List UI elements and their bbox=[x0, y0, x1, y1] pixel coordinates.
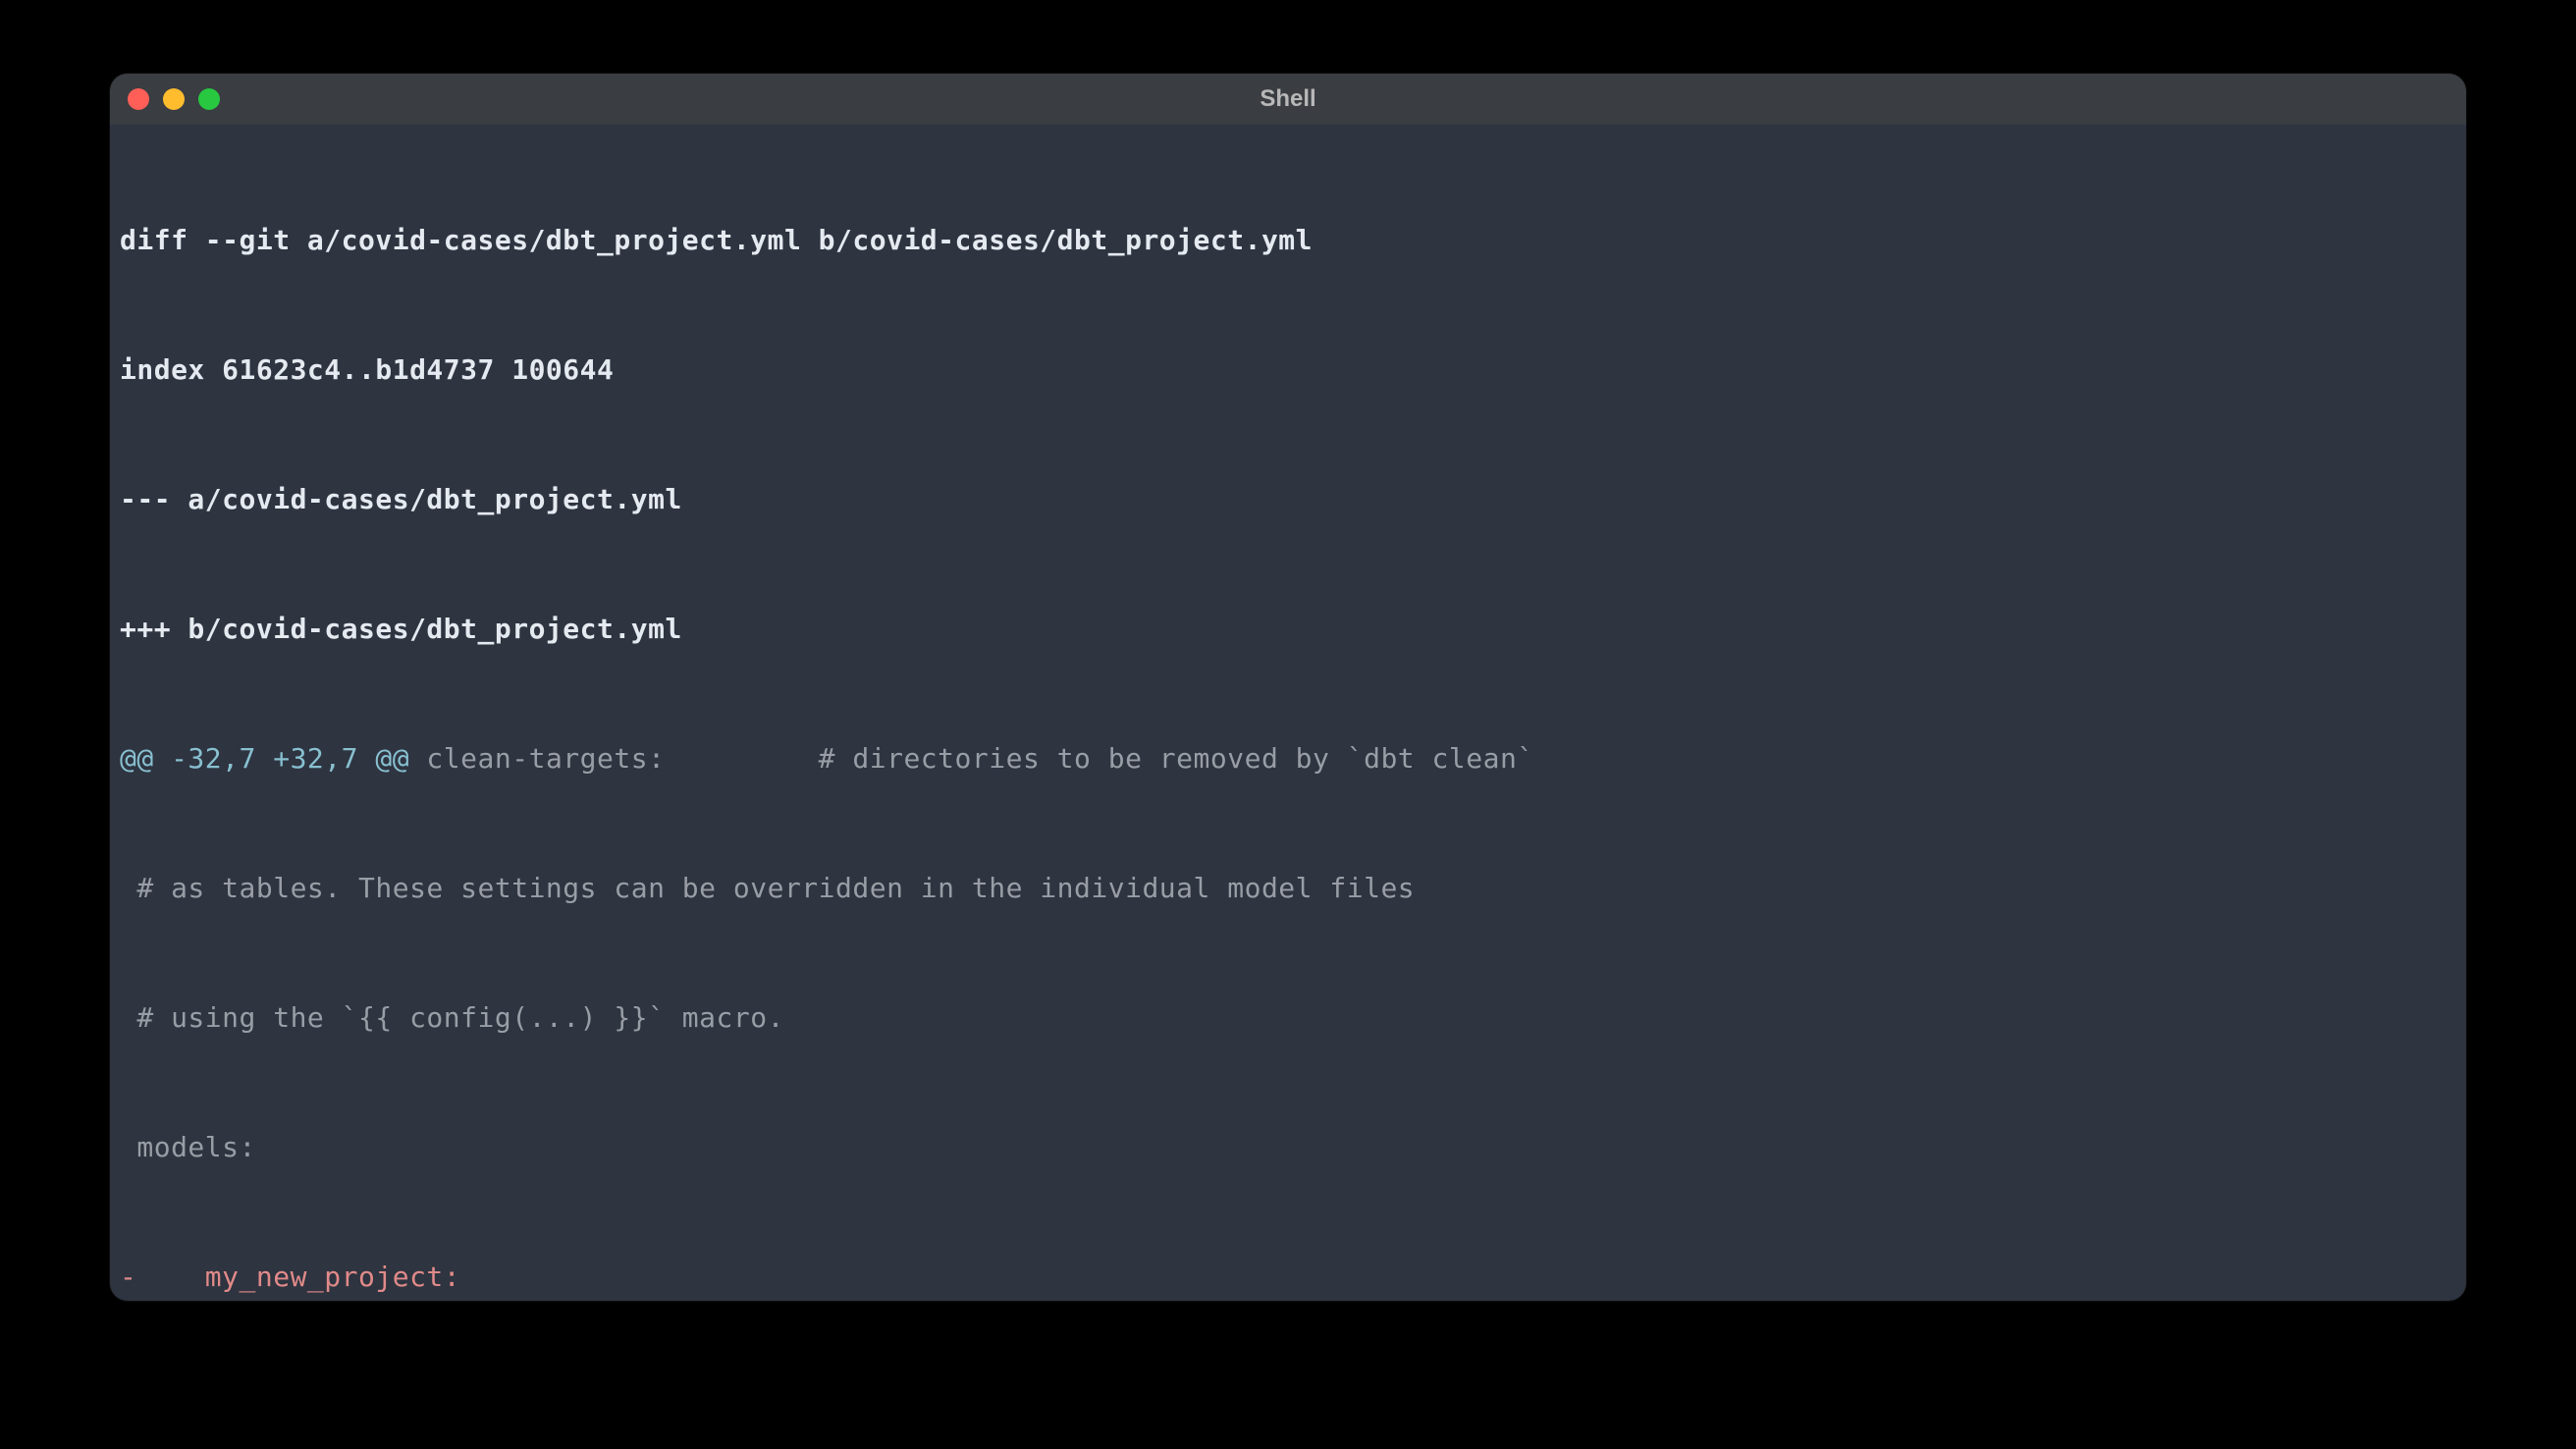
hunk-marker: @@ -32,7 +32,7 @@ bbox=[120, 742, 409, 775]
window-title: Shell bbox=[1260, 85, 1315, 113]
titlebar: Shell bbox=[110, 74, 2466, 125]
context-line: # as tables. These settings can be overr… bbox=[120, 867, 2456, 910]
minimize-icon[interactable] bbox=[163, 88, 185, 110]
context-line: models: bbox=[120, 1126, 2456, 1169]
terminal-window: Shell diff --git a/covid-cases/dbt_proje… bbox=[110, 74, 2466, 1301]
close-icon[interactable] bbox=[128, 88, 149, 110]
diff-old-file-line: --- a/covid-cases/dbt_project.yml bbox=[120, 478, 2456, 521]
hunk-context: clean-targets: # directories to be remov… bbox=[409, 742, 1534, 775]
window-controls bbox=[128, 88, 220, 110]
diff-new-file-line: +++ b/covid-cases/dbt_project.yml bbox=[120, 608, 2456, 651]
maximize-icon[interactable] bbox=[198, 88, 220, 110]
removed-line: - my_new_project: bbox=[120, 1256, 2456, 1299]
diff-index-line: index 61623c4..b1d4737 100644 bbox=[120, 349, 2456, 392]
terminal-output[interactable]: diff --git a/covid-cases/dbt_project.yml… bbox=[110, 125, 2466, 1301]
diff-hunk-line: @@ -32,7 +32,7 @@ clean-targets: # direc… bbox=[120, 737, 2456, 780]
context-line: # using the `{{ config(...) }}` macro. bbox=[120, 996, 2456, 1040]
diff-header-line: diff --git a/covid-cases/dbt_project.yml… bbox=[120, 219, 2456, 262]
